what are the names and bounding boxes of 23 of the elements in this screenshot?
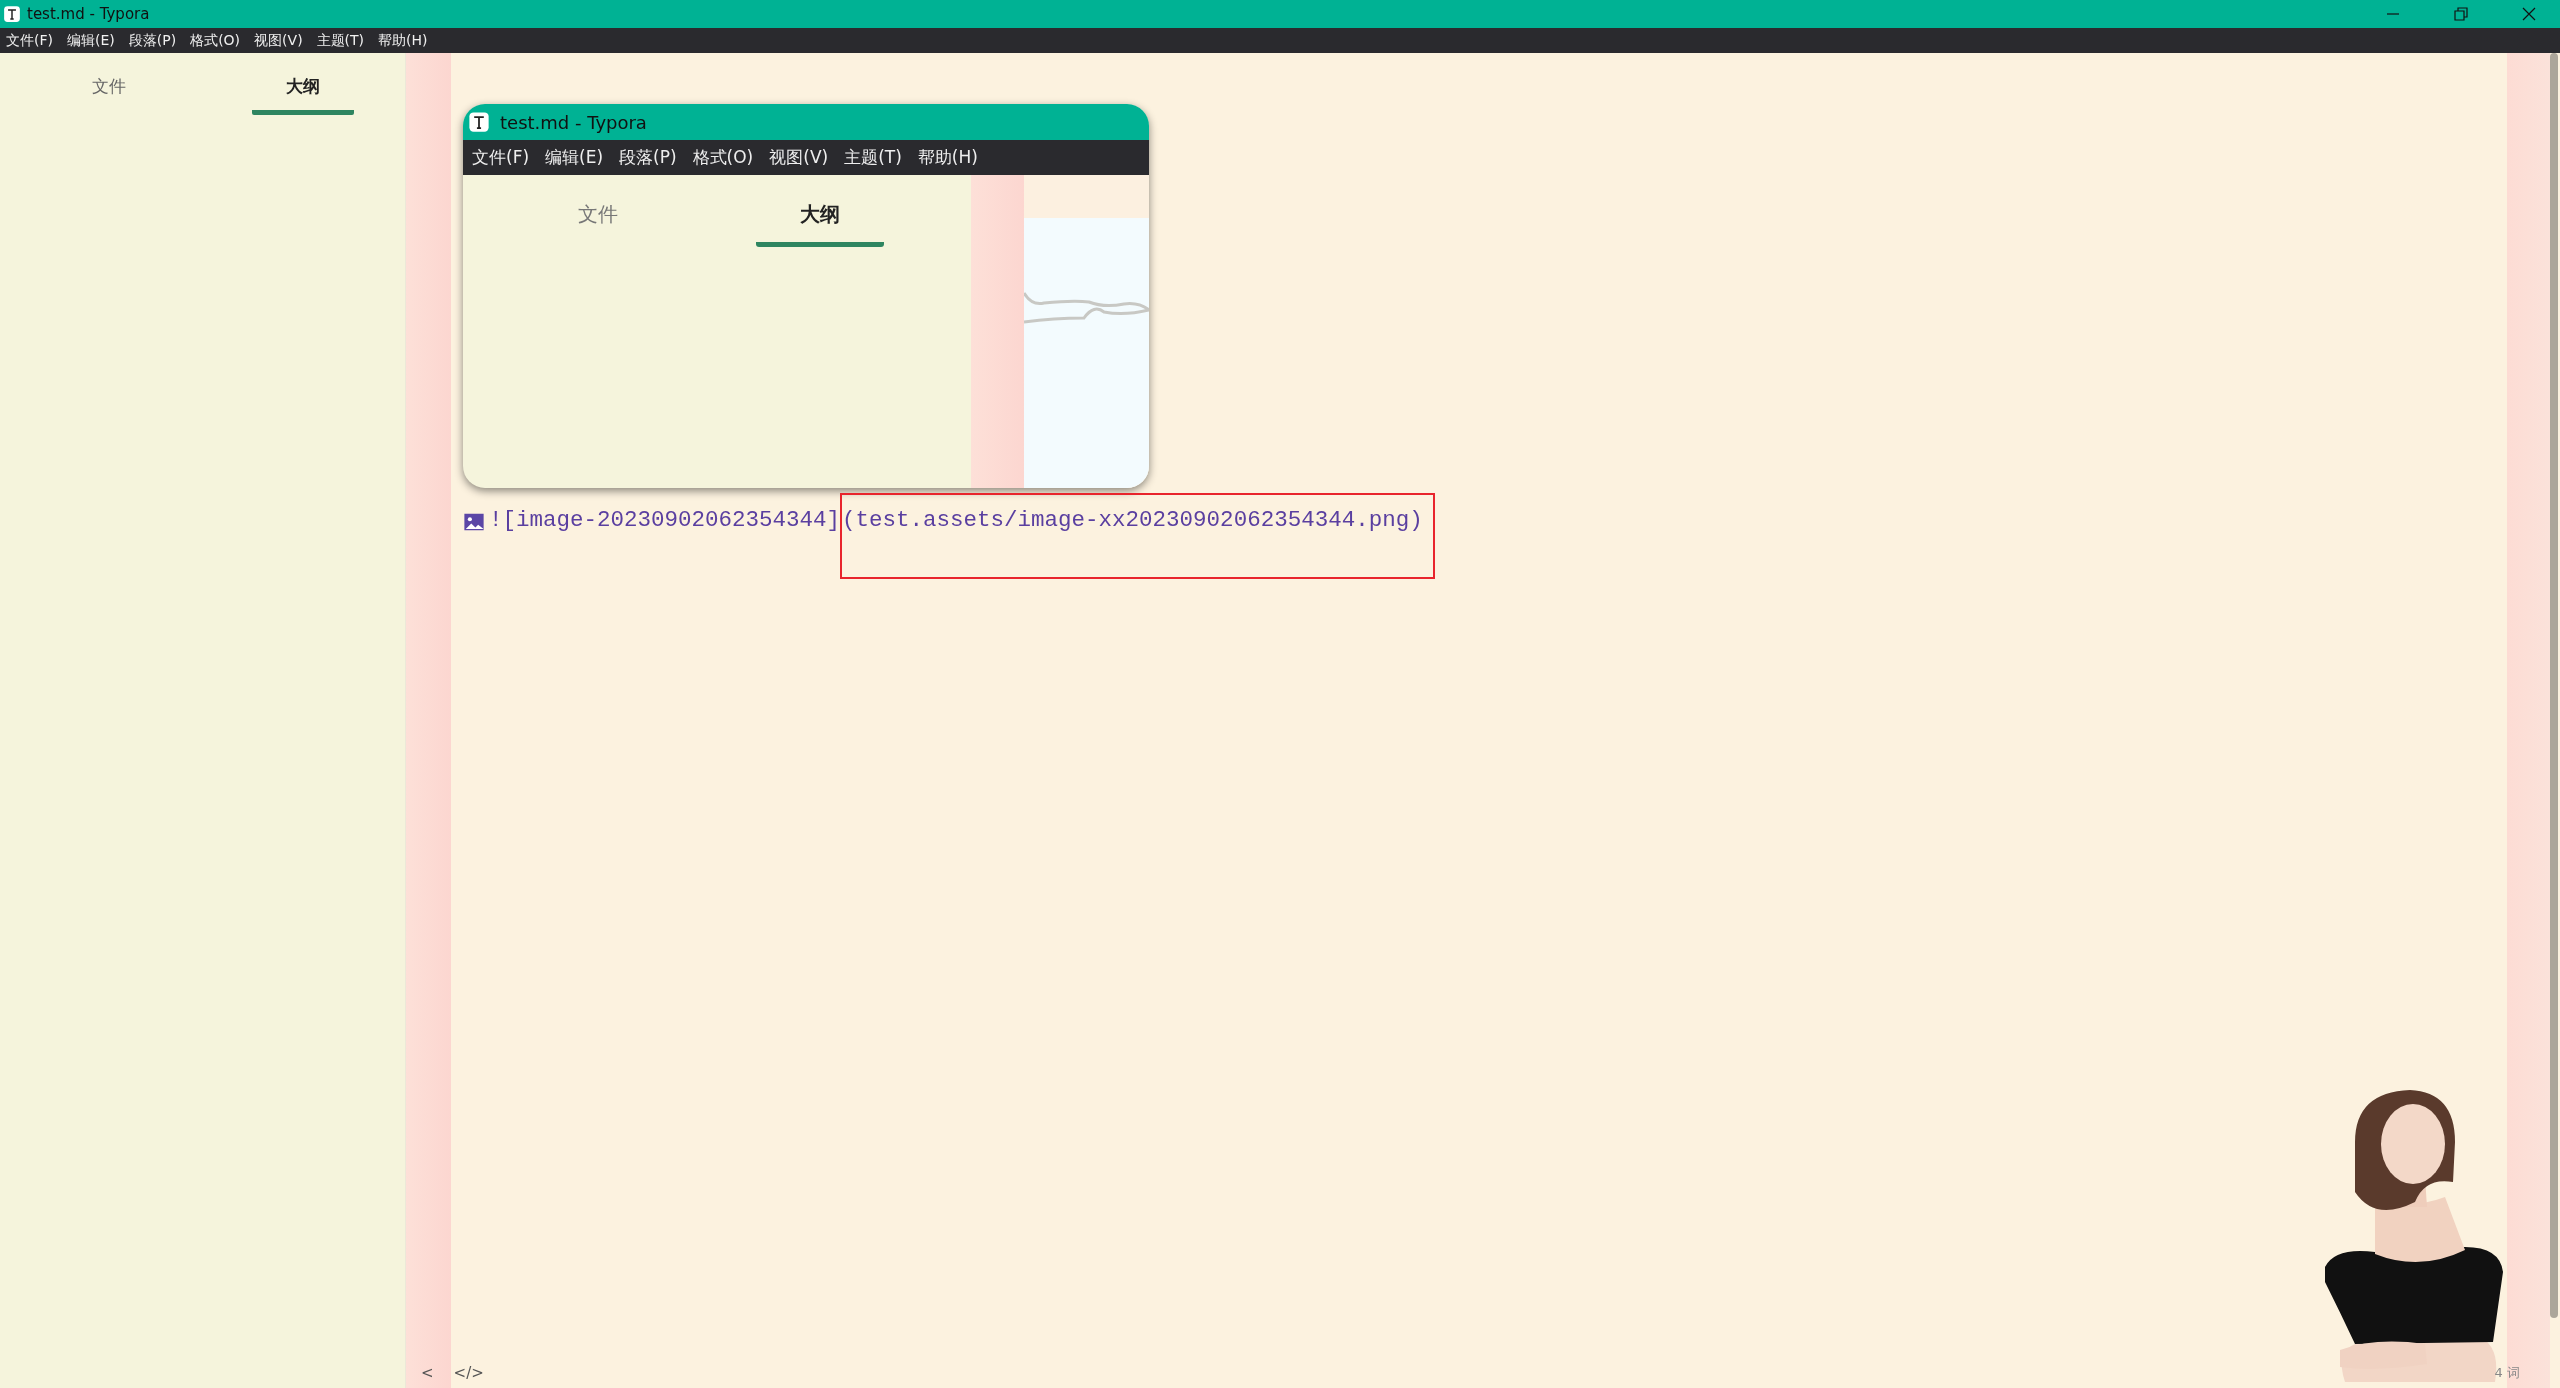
scrollbar[interactable] xyxy=(2550,53,2558,1318)
sidebar-tab[interactable]: 文件 xyxy=(66,75,152,115)
markdown-alt-text: ![image-20230902062354344] xyxy=(489,506,841,533)
menu-item[interactable]: 格式(O) xyxy=(190,31,241,50)
sidebar-tab[interactable]: 大纲 xyxy=(252,75,354,115)
app-logo-icon xyxy=(3,5,21,23)
restore-icon[interactable] xyxy=(2454,7,2468,21)
image-icon xyxy=(463,511,485,533)
menu-item[interactable]: 文件(F) xyxy=(6,31,53,50)
window-title: test.md - Typora xyxy=(27,5,150,23)
menu-item[interactable]: 主题(T) xyxy=(316,31,365,50)
menu-item[interactable]: 视图(V) xyxy=(254,31,303,50)
menu-item[interactable]: 段落(P) xyxy=(128,31,177,50)
markdown-path: (test.assets/image-xx20230902062354344.png) xyxy=(840,493,1435,579)
sidebar-toggle-button[interactable]: < xyxy=(421,1364,434,1382)
window-title: test.md - Typora xyxy=(500,111,647,133)
source-mode-button[interactable]: </> xyxy=(453,1364,484,1382)
sidebar-tab[interactable]: 大纲 xyxy=(756,201,884,247)
menu-item[interactable]: 帮助(H) xyxy=(378,31,428,50)
sidebar-tab[interactable]: 文件 xyxy=(550,201,646,247)
app-logo-icon xyxy=(468,111,490,133)
menu-item[interactable]: 编辑(E) xyxy=(67,31,115,50)
close-icon[interactable] xyxy=(2522,7,2536,21)
